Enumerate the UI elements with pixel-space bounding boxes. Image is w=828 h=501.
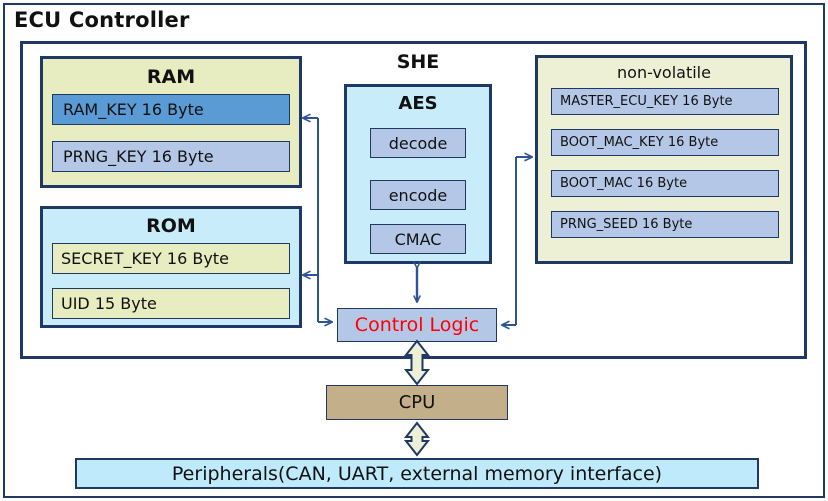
right-memory-bus <box>502 157 532 325</box>
ecu-architecture-diagram: ECU Controller RAM RAM_KEY 16 Byte PRNG_… <box>0 0 828 501</box>
connector-layer <box>0 0 828 501</box>
control-cpu-block-arrow <box>403 339 431 386</box>
connector-arrows <box>0 0 828 457</box>
left-memory-bus <box>303 118 332 322</box>
cpu-peripherals-block-arrow <box>403 421 431 457</box>
